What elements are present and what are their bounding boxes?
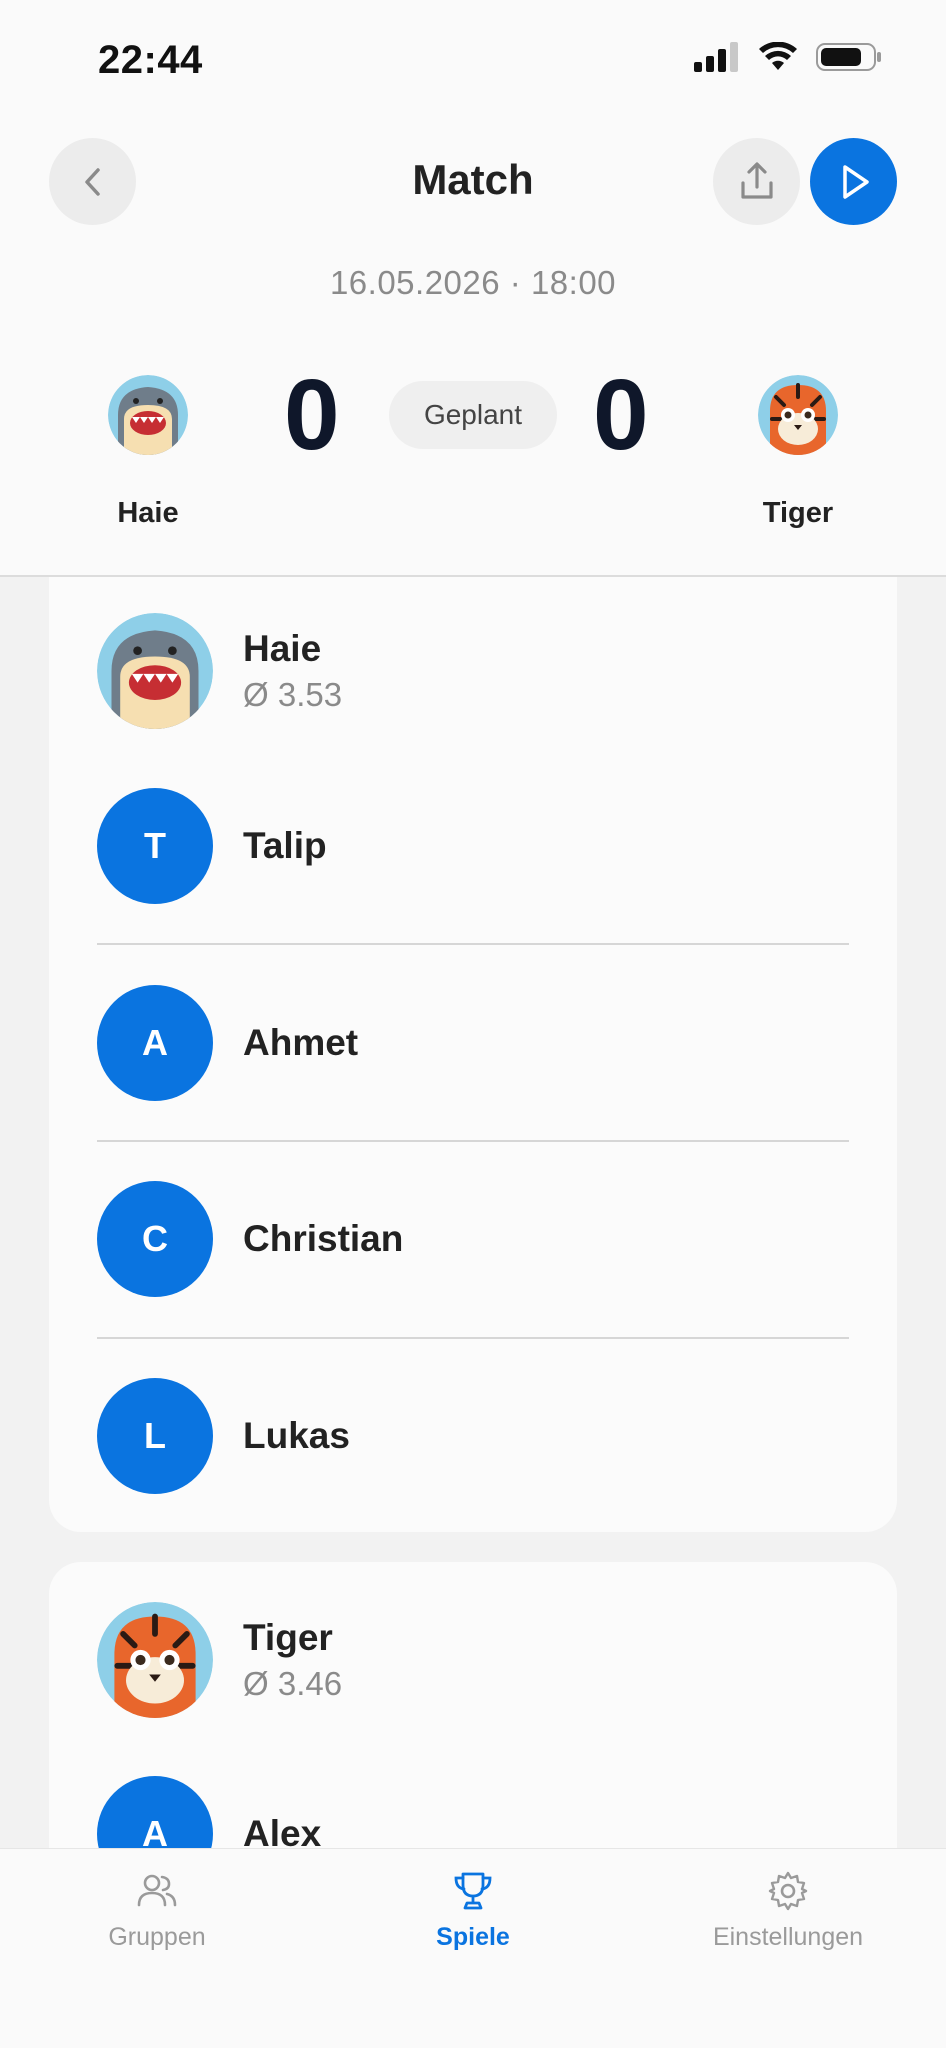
match-date: 16.05.2026 · 18:00 (329, 264, 617, 301)
row-divider (97, 943, 849, 945)
player-name: Lukas (243, 1415, 350, 1456)
home-team-header[interactable]: Haie Ø 3.53 (97, 613, 342, 729)
tab-label: Spiele (436, 1923, 510, 1951)
player-avatar: A (97, 985, 213, 1101)
people-icon (137, 1874, 177, 1907)
trophy-icon (454, 1872, 492, 1910)
away-team-logo[interactable] (758, 375, 838, 455)
player-name: Ahmet (243, 1022, 359, 1063)
player-avatar: L (97, 1378, 213, 1494)
away-team-name: Tiger (762, 497, 834, 529)
player-name: Talip (243, 825, 327, 866)
play-icon (842, 164, 869, 199)
status-icons (694, 42, 882, 72)
match-status-badge: Geplant (389, 381, 557, 449)
start-match-button[interactable] (810, 138, 897, 225)
player-row[interactable]: C Christian (97, 1181, 849, 1297)
player-row[interactable]: T Talip (97, 788, 849, 904)
tab-einstellungen[interactable]: Einstellungen (658, 1869, 918, 1952)
team-average-rating: Ø 3.46 (243, 1665, 343, 1702)
share-button[interactable] (713, 138, 800, 225)
battery-icon (816, 43, 881, 71)
away-team-header[interactable]: Tiger Ø 3.46 (97, 1602, 342, 1718)
away-score: 0 (593, 359, 649, 471)
player-row[interactable]: A Ahmet (97, 985, 849, 1101)
player-row[interactable]: L Lukas (97, 1378, 849, 1494)
home-team-name: Haie (117, 497, 179, 529)
row-divider (97, 1337, 849, 1339)
shark-icon (97, 613, 213, 729)
page-title: Match (412, 156, 534, 203)
team-name: Haie (243, 628, 322, 669)
team-average-rating: Ø 3.53 (243, 676, 343, 713)
team-name: Tiger (243, 1617, 333, 1658)
tab-label: Gruppen (108, 1923, 206, 1951)
player-avatar: T (97, 788, 213, 904)
away-team-card-logo (97, 1602, 213, 1718)
player-avatar: C (97, 1181, 213, 1297)
status-time: 22:44 (98, 38, 203, 82)
tab-label: Einstellungen (712, 1923, 864, 1951)
match-header: 22:44 Match 16.05.2026 · 18:00 Haie 0 Ge… (0, 0, 946, 577)
cellular-signal-icon (694, 42, 738, 72)
tab-bar: Gruppen Spiele Einstellungen (0, 1848, 946, 2048)
home-team-logo[interactable] (108, 375, 188, 455)
player-name: Christian (243, 1218, 404, 1259)
share-icon (740, 161, 773, 199)
match-screen: 22:44 Match 16.05.2026 · 18:00 Haie 0 Ge… (0, 0, 946, 2048)
home-score: 0 (284, 359, 340, 471)
home-team-card-logo (97, 613, 213, 729)
gear-icon (768, 1871, 808, 1911)
tiger-icon (758, 375, 838, 455)
shark-icon (108, 375, 188, 455)
tab-gruppen[interactable]: Gruppen (27, 1869, 287, 1952)
row-divider (97, 1140, 849, 1142)
home-team-card: Haie Ø 3.53 T Talip A Ahmet C Christian … (49, 577, 897, 1532)
wifi-icon (759, 42, 797, 70)
tab-spiele[interactable]: Spiele (343, 1869, 603, 1952)
tiger-icon (97, 1602, 213, 1718)
